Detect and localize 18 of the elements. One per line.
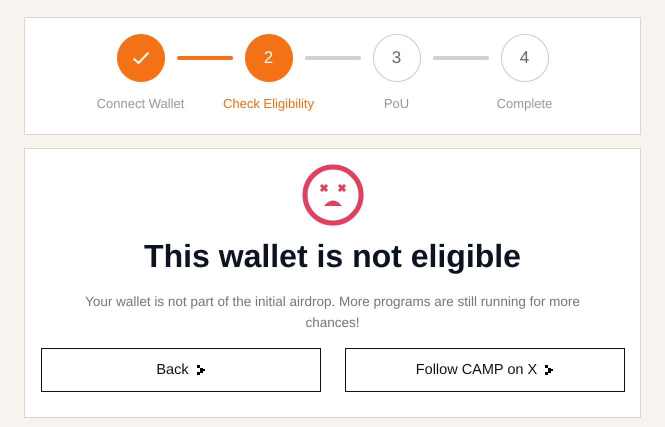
arrow-icon (196, 365, 205, 375)
step-connector (432, 56, 488, 60)
action-button[interactable]: Follow CAMP on X (344, 348, 624, 392)
step-label: Complete (496, 96, 552, 111)
step-number: 2 (264, 48, 274, 68)
step-connector (176, 56, 232, 60)
step-label: Check Eligibility (222, 96, 314, 111)
step-connector (304, 56, 360, 60)
sad-face-icon (302, 164, 364, 226)
action-button[interactable]: Back (40, 348, 320, 392)
result-message: Your wallet is not part of the initial airdrop. More programs are still running for more chances! (84, 293, 581, 332)
step-label: PoU (384, 96, 410, 111)
step-number: 3 (392, 48, 402, 68)
checkmark-icon (132, 51, 150, 65)
arrow-icon (545, 365, 554, 375)
step-number: 4 (520, 48, 530, 68)
step-label: Connect Wallet (96, 96, 184, 111)
result-title: This wallet is not eligible (144, 238, 521, 275)
